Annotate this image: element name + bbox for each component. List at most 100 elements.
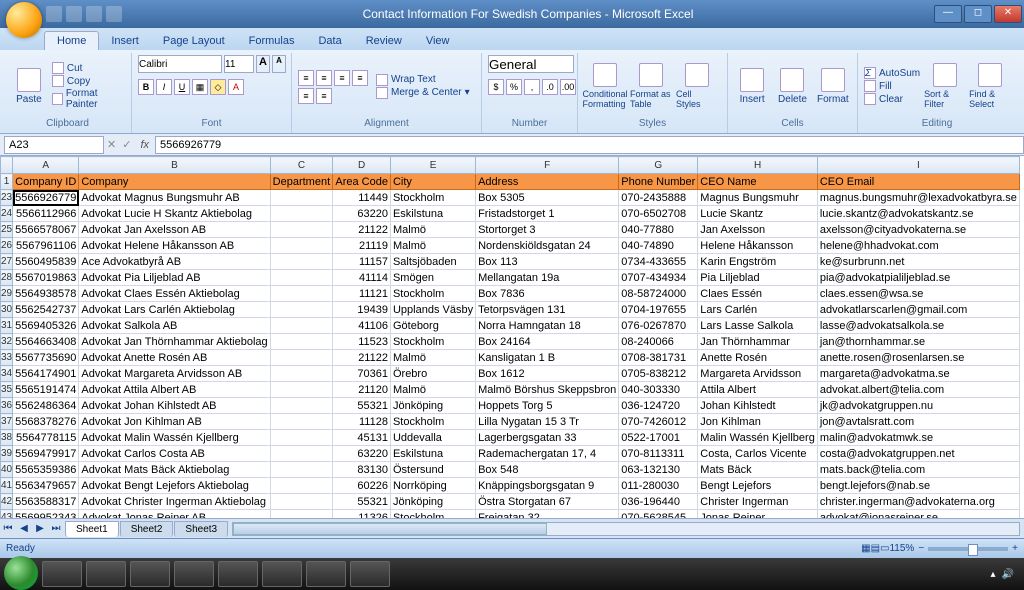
taskbar-uc-icon[interactable] <box>350 561 390 587</box>
data-cell[interactable]: Advokat Pia Liljeblad AB <box>79 270 270 286</box>
data-cell[interactable]: 040-74890 <box>619 238 698 254</box>
data-cell[interactable] <box>270 270 333 286</box>
data-cell[interactable]: 5562542737 <box>13 302 79 318</box>
data-cell[interactable] <box>270 382 333 398</box>
column-header[interactable]: G <box>619 157 698 174</box>
row-header[interactable]: 1 <box>1 174 13 190</box>
data-cell[interactable]: Eskilstuna <box>390 206 475 222</box>
worksheet-grid[interactable]: ABCDEFGHI1Company IDCompanyDepartmentAre… <box>0 156 1024 518</box>
data-cell[interactable]: 11449 <box>333 190 391 206</box>
data-cell[interactable]: 5564174901 <box>13 366 79 382</box>
data-cell[interactable]: Advokat Lucie H Skantz Aktiebolag <box>79 206 270 222</box>
comma-icon[interactable]: , <box>524 79 540 95</box>
data-cell[interactable]: Jönköping <box>390 494 475 510</box>
data-cell[interactable]: 21122 <box>333 222 391 238</box>
data-cell[interactable] <box>270 478 333 494</box>
data-cell[interactable]: 0707-434934 <box>619 270 698 286</box>
data-cell[interactable]: lasse@advokatsalkola.se <box>817 318 1019 334</box>
fill-button[interactable]: Fill <box>864 80 920 92</box>
data-cell[interactable]: Karin Engström <box>698 254 818 270</box>
data-cell[interactable]: Eskilstuna <box>390 446 475 462</box>
data-cell[interactable]: Malmö <box>390 222 475 238</box>
data-cell[interactable]: 11157 <box>333 254 391 270</box>
data-cell[interactable]: Rademachergatan 17, 4 <box>476 446 619 462</box>
data-cell[interactable]: lucie.skantz@advokatskantz.se <box>817 206 1019 222</box>
data-cell[interactable]: jon@avtalsratt.com <box>817 414 1019 430</box>
table-header-cell[interactable]: Company ID <box>13 174 79 190</box>
data-cell[interactable] <box>270 334 333 350</box>
column-header[interactable]: F <box>476 157 619 174</box>
data-cell[interactable]: Malin Wassén Kjellberg <box>698 430 818 446</box>
clear-button[interactable]: Clear <box>864 93 920 105</box>
row-header[interactable]: 26 <box>1 238 13 254</box>
row-header[interactable]: 29 <box>1 286 13 302</box>
data-cell[interactable]: mats.back@telia.com <box>817 462 1019 478</box>
horizontal-scrollbar[interactable] <box>232 522 1020 536</box>
data-cell[interactable]: Advokat Claes Essén Aktiebolag <box>79 286 270 302</box>
data-cell[interactable]: Pia Liljeblad <box>698 270 818 286</box>
insert-cells-button[interactable]: Insert <box>734 68 770 105</box>
data-cell[interactable]: Malmö <box>390 382 475 398</box>
enter-formula-icon[interactable]: ✓ <box>122 138 131 151</box>
data-cell[interactable]: Advokat Margareta Arvidsson AB <box>79 366 270 382</box>
format-painter-button[interactable]: Format Painter <box>52 88 125 110</box>
data-cell[interactable]: Box 5305 <box>476 190 619 206</box>
taskbar-firefox-icon[interactable] <box>86 561 126 587</box>
data-cell[interactable]: Helene Håkansson <box>698 238 818 254</box>
data-cell[interactable]: Bengt Lejefors <box>698 478 818 494</box>
ribbon-tab-data[interactable]: Data <box>306 32 353 50</box>
number-format-select[interactable] <box>488 55 574 73</box>
copy-button[interactable]: Copy <box>52 75 125 87</box>
row-header[interactable]: 39 <box>1 446 13 462</box>
taskbar-opera-icon[interactable] <box>262 561 302 587</box>
sheet-tab-sheet1[interactable]: Sheet1 <box>65 521 119 537</box>
row-header[interactable]: 25 <box>1 222 13 238</box>
data-cell[interactable]: 5564663408 <box>13 334 79 350</box>
bold-button[interactable]: B <box>138 79 154 95</box>
data-cell[interactable]: Örebro <box>390 366 475 382</box>
table-header-cell[interactable]: CEO Name <box>698 174 818 190</box>
data-cell[interactable]: 11326 <box>333 510 391 519</box>
data-cell[interactable]: Advokat Lars Carlén Aktiebolag <box>79 302 270 318</box>
ribbon-tab-review[interactable]: Review <box>354 32 414 50</box>
data-cell[interactable]: 19439 <box>333 302 391 318</box>
data-cell[interactable]: Advokat Salkola AB <box>79 318 270 334</box>
data-cell[interactable]: Stockholm <box>390 286 475 302</box>
data-cell[interactable]: 036-124720 <box>619 398 698 414</box>
data-cell[interactable]: Östersund <box>390 462 475 478</box>
data-cell[interactable]: Stortorget 3 <box>476 222 619 238</box>
data-cell[interactable]: Jönköping <box>390 398 475 414</box>
data-cell[interactable] <box>270 238 333 254</box>
data-cell[interactable]: 63220 <box>333 446 391 462</box>
data-cell[interactable] <box>270 206 333 222</box>
data-cell[interactable]: 45131 <box>333 430 391 446</box>
data-cell[interactable]: Malmö Börshus Skeppsbron <box>476 382 619 398</box>
row-header[interactable]: 38 <box>1 430 13 446</box>
zoom-slider[interactable] <box>928 547 1008 551</box>
column-header[interactable]: C <box>270 157 333 174</box>
fx-icon[interactable]: fx <box>140 139 149 151</box>
data-cell[interactable]: advokat.albert@telia.com <box>817 382 1019 398</box>
zoom-level[interactable]: 115% <box>889 543 914 554</box>
row-header[interactable]: 24 <box>1 206 13 222</box>
data-cell[interactable]: Margareta Arvidsson <box>698 366 818 382</box>
data-cell[interactable]: 063-132130 <box>619 462 698 478</box>
data-cell[interactable]: Stockholm <box>390 334 475 350</box>
data-cell[interactable]: Jonas Reiner <box>698 510 818 519</box>
data-cell[interactable] <box>270 302 333 318</box>
data-cell[interactable]: 0522-17001 <box>619 430 698 446</box>
quick-access-toolbar[interactable] <box>46 6 122 22</box>
table-header-cell[interactable]: Company <box>79 174 270 190</box>
shrink-font-icon[interactable]: A <box>272 55 286 73</box>
border-button[interactable]: ▦ <box>192 79 208 95</box>
data-cell[interactable]: 5566926779 <box>13 190 79 206</box>
wrap-text-button[interactable]: Wrap Text <box>376 74 470 86</box>
name-box[interactable]: A23 <box>4 136 104 154</box>
row-header[interactable]: 35 <box>1 382 13 398</box>
data-cell[interactable]: 5564938578 <box>13 286 79 302</box>
data-cell[interactable]: Box 548 <box>476 462 619 478</box>
data-cell[interactable]: 21122 <box>333 350 391 366</box>
data-cell[interactable]: 21120 <box>333 382 391 398</box>
column-header[interactable]: B <box>79 157 270 174</box>
data-cell[interactable]: Advokat Helene Håkansson AB <box>79 238 270 254</box>
